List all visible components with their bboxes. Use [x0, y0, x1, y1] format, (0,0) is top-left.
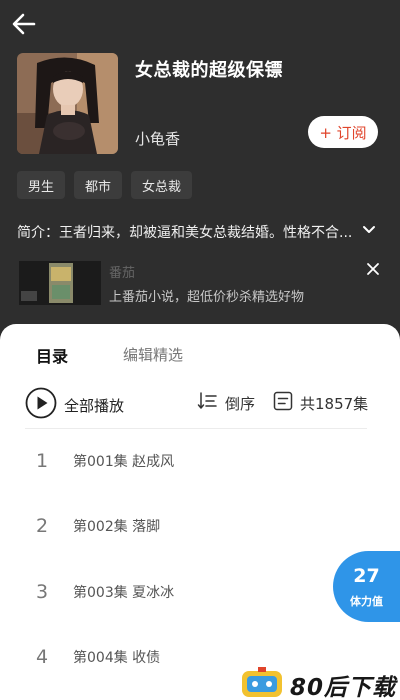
back-arrow-icon[interactable]	[10, 10, 38, 38]
episode-item[interactable]: 1 第001集 赵成风	[36, 446, 336, 476]
genre-tags: 男生 都市 女总裁	[17, 171, 193, 199]
episode-item[interactable]: 2 第002集 落脚	[36, 511, 336, 541]
play-icon[interactable]	[25, 387, 57, 419]
book-cover-image[interactable]	[17, 53, 118, 154]
subscribe-button[interactable]: + 订阅	[308, 116, 378, 148]
stamina-label: 体力值	[350, 595, 383, 608]
promo-thumbnail	[19, 261, 101, 305]
tag-male[interactable]: 男生	[17, 171, 66, 199]
episode-title: 第003集 夏冰冰	[73, 585, 175, 601]
tag-urban[interactable]: 都市	[74, 171, 123, 199]
close-icon[interactable]	[366, 262, 380, 276]
sort-icon[interactable]	[197, 391, 217, 411]
promo-text: 上番茄小说，超低价秒杀精选好物	[109, 290, 305, 305]
divider	[25, 428, 367, 429]
book-intro[interactable]: 简介：王者归来，却被逼和美女总裁结婚。性格不合...	[17, 222, 369, 242]
stamina-badge[interactable]: 27 体力值	[333, 551, 400, 622]
tab-catalog[interactable]: 目录	[36, 343, 68, 367]
episode-number: 2	[36, 515, 49, 537]
sort-order-button[interactable]: 倒序	[225, 393, 255, 414]
tab-editor-picks[interactable]: 编辑精选	[123, 344, 183, 365]
tag-female-ceo[interactable]: 女总裁	[131, 171, 193, 199]
episode-title: 第001集 赵成风	[73, 454, 175, 470]
watermark: 80后下载	[240, 665, 400, 700]
episode-number: 1	[36, 450, 49, 472]
list-icon	[273, 391, 293, 411]
catalog-panel: 目录 编辑精选 全部播放 倒序 共1857集 1 第001集 赵成风 2 第00…	[0, 324, 400, 700]
mascot-logo-icon	[242, 667, 282, 697]
book-author[interactable]: 小龟香	[135, 128, 180, 149]
chevron-down-icon[interactable]	[361, 222, 377, 238]
book-title: 女总裁的超级保镖	[135, 60, 283, 81]
episode-count: 共1857集	[300, 395, 369, 413]
book-header: 女总裁的超级保镖 小龟香 + 订阅 男生 都市 女总裁 简介：王者归来，却被逼和…	[0, 0, 400, 330]
episode-number: 4	[36, 646, 49, 668]
watermark-text: 80后下载	[290, 675, 397, 700]
episode-title: 第004集 收债	[73, 650, 161, 666]
episode-item[interactable]: 3 第003集 夏冰冰	[36, 577, 336, 607]
promo-app-name: 番茄	[109, 266, 136, 281]
play-all-button[interactable]: 全部播放	[64, 395, 124, 416]
episode-number: 3	[36, 581, 49, 603]
episode-title: 第002集 落脚	[73, 519, 161, 535]
promo-banner[interactable]: 番茄 上番茄小说，超低价秒杀精选好物	[17, 258, 383, 308]
stamina-value: 27	[353, 565, 380, 587]
